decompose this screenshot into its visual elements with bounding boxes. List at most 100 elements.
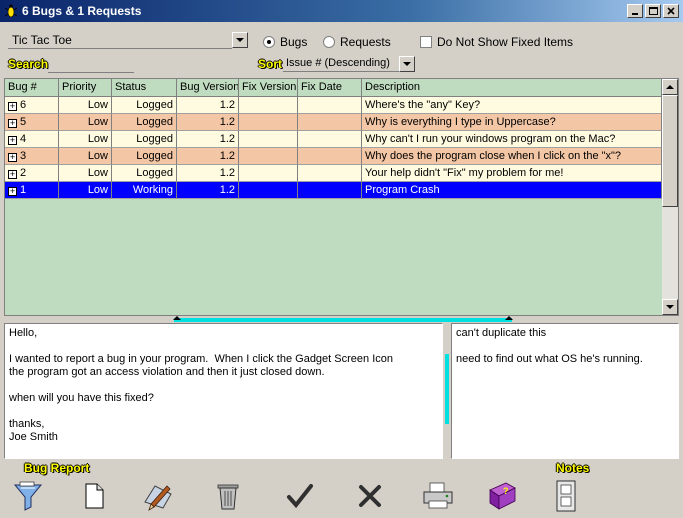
cell-bug-version[interactable]: 1.2 <box>177 114 239 131</box>
cell-priority[interactable]: Low <box>59 97 112 114</box>
delete-button[interactable] <box>210 478 246 514</box>
column-header-bug-version[interactable]: Bug Version <box>177 79 239 97</box>
cell-priority[interactable]: Low <box>59 148 112 165</box>
cell-status[interactable]: Logged <box>112 165 177 182</box>
accept-button[interactable] <box>282 478 318 514</box>
expand-plus-icon[interactable]: + <box>8 153 17 162</box>
cell-status[interactable]: Logged <box>112 131 177 148</box>
hide-fixed-checkbox[interactable]: Do Not Show Fixed Items <box>420 35 573 49</box>
cell-fix-version[interactable] <box>239 148 298 165</box>
requests-radio[interactable]: Requests <box>323 35 391 49</box>
scroll-up-button[interactable] <box>662 79 678 95</box>
cell-fix-date[interactable] <box>298 131 362 148</box>
cell-bug-version[interactable]: 1.2 <box>177 182 239 199</box>
filter-button[interactable] <box>10 478 46 514</box>
cell-bug-number[interactable]: +5 <box>5 114 59 131</box>
bug-report-line <box>9 379 438 392</box>
reject-button[interactable] <box>352 478 388 514</box>
table-row[interactable]: +2 Low Logged 1.2 Your help didn't "Fix" my … <box>5 165 662 182</box>
project-dropdown-button[interactable] <box>232 32 248 48</box>
cell-bug-version[interactable]: 1.2 <box>177 131 239 148</box>
cell-bug-number[interactable]: +1 <box>5 182 59 199</box>
bug-report-label: Bug Report <box>24 461 90 475</box>
cell-priority[interactable]: Low <box>59 114 112 131</box>
cell-fix-version[interactable] <box>239 114 298 131</box>
cell-bug-version[interactable]: 1.2 <box>177 97 239 114</box>
hide-fixed-checkbox-box[interactable] <box>420 36 432 48</box>
table-row[interactable]: +6 Low Logged 1.2 Where's the "any" Key? <box>5 97 662 114</box>
scroll-down-button[interactable] <box>662 299 678 315</box>
notes-button[interactable] <box>548 478 584 514</box>
app-window: 6 Bugs & 1 Requests Tic Tac Toe Bugs Req… <box>0 0 683 518</box>
table-row[interactable]: +1 Low Working 1.2 Program Crash <box>5 182 662 199</box>
column-header-fix-date[interactable]: Fix Date <box>298 79 362 97</box>
horizontal-splitter[interactable] <box>173 316 513 322</box>
cell-fix-version[interactable] <box>239 165 298 182</box>
expand-plus-icon[interactable]: + <box>8 170 17 179</box>
cell-bug-number[interactable]: +3 <box>5 148 59 165</box>
help-book-icon: ? <box>489 482 516 510</box>
sort-select[interactable]: Issue # (Descending) <box>283 55 415 72</box>
cell-bug-version[interactable]: 1.2 <box>177 148 239 165</box>
close-button[interactable] <box>663 4 679 18</box>
bugs-radio-circle[interactable] <box>263 36 275 48</box>
expand-plus-icon[interactable]: + <box>8 119 17 128</box>
cell-fix-version[interactable] <box>239 97 298 114</box>
cell-description[interactable]: Why is everything I type in Uppercase? <box>362 114 662 131</box>
cell-description[interactable]: Your help didn't "Fix" my problem for me… <box>362 165 662 182</box>
table-row[interactable]: +5 Low Logged 1.2 Why is everything I type i… <box>5 114 662 131</box>
scroll-thumb[interactable] <box>662 95 678 207</box>
cell-status[interactable]: Logged <box>112 148 177 165</box>
edit-pen-icon <box>144 485 172 511</box>
cell-fix-date[interactable] <box>298 148 362 165</box>
expand-plus-icon[interactable]: + <box>8 187 17 196</box>
edit-button[interactable] <box>140 478 176 514</box>
cell-bug-number[interactable]: +2 <box>5 165 59 182</box>
bug-report-textarea[interactable]: Hello, I wanted to report a bug in your p… <box>4 323 443 459</box>
grid-header: Bug # Priority Status Bug Version Fix Ve… <box>5 79 662 97</box>
expand-plus-icon[interactable]: + <box>8 102 17 111</box>
grid-vertical-scrollbar[interactable] <box>662 79 678 315</box>
bug-report-line: thanks, <box>9 418 45 430</box>
cell-description[interactable]: Why can't I run your windows program on … <box>362 131 662 148</box>
cell-fix-date[interactable] <box>298 165 362 182</box>
help-button[interactable]: ? <box>484 478 520 514</box>
cell-bug-version[interactable]: 1.2 <box>177 165 239 182</box>
project-select[interactable]: Tic Tac Toe <box>8 31 248 49</box>
vertical-splitter[interactable] <box>445 354 449 424</box>
cell-description[interactable]: Why does the program close when I click … <box>362 148 662 165</box>
table-row[interactable]: +3 Low Logged 1.2 Why does the program close… <box>5 148 662 165</box>
notes-textarea[interactable]: can't duplicate this need to find out wha… <box>451 323 679 459</box>
cell-fix-date[interactable] <box>298 182 362 199</box>
cell-status[interactable]: Logged <box>112 97 177 114</box>
cell-fix-version[interactable] <box>239 182 298 199</box>
cell-priority[interactable]: Low <box>59 165 112 182</box>
minimize-button[interactable] <box>627 4 643 18</box>
splitter-arrow-icon <box>173 316 181 320</box>
cell-bug-number[interactable]: +6 <box>5 97 59 114</box>
cell-priority[interactable]: Low <box>59 131 112 148</box>
cell-fix-date[interactable] <box>298 114 362 131</box>
column-header-bug-number[interactable]: Bug # <box>5 79 59 97</box>
cell-fix-version[interactable] <box>239 131 298 148</box>
print-button[interactable] <box>420 478 456 514</box>
cell-description[interactable]: Where's the "any" Key? <box>362 97 662 114</box>
search-input[interactable] <box>48 58 134 73</box>
column-header-fix-version[interactable]: Fix Version <box>239 79 298 97</box>
cell-bug-number[interactable]: +4 <box>5 131 59 148</box>
column-header-priority[interactable]: Priority <box>59 79 112 97</box>
cell-status[interactable]: Working <box>112 182 177 199</box>
cell-status[interactable]: Logged <box>112 114 177 131</box>
column-header-status[interactable]: Status <box>112 79 177 97</box>
cell-description[interactable]: Program Crash <box>362 182 662 199</box>
column-header-description[interactable]: Description <box>362 79 662 97</box>
sort-dropdown-button[interactable] <box>399 55 415 72</box>
new-bug-button[interactable] <box>76 478 112 514</box>
bugs-radio[interactable]: Bugs <box>263 35 307 49</box>
cell-fix-date[interactable] <box>298 97 362 114</box>
requests-radio-circle[interactable] <box>323 36 335 48</box>
maximize-button[interactable] <box>645 4 661 18</box>
table-row[interactable]: +4 Low Logged 1.2 Why can't I run your windo… <box>5 131 662 148</box>
expand-plus-icon[interactable]: + <box>8 136 17 145</box>
cell-priority[interactable]: Low <box>59 182 112 199</box>
